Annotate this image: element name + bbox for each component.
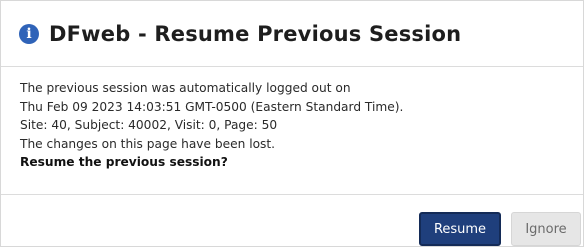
dialog-footer: Resume Ignore	[1, 194, 583, 247]
resume-prompt: Resume the previous session?	[20, 155, 228, 170]
dialog-header: i DFweb - Resume Previous Session	[1, 1, 583, 67]
dialog-message: The previous session was automatically l…	[20, 79, 575, 172]
message-line-location: Site: 40, Subject: 40002, Visit: 0, Page…	[20, 118, 278, 133]
dialog-title: DFweb - Resume Previous Session	[49, 21, 462, 46]
info-icon: i	[19, 23, 39, 44]
message-line-changes-lost: The changes on this page have been lost.	[20, 136, 276, 151]
message-line-logout: The previous session was automatically l…	[20, 81, 351, 95]
message-line-timestamp: Thu Feb 09 2023 14:03:51 GMT-0500 (Easte…	[20, 99, 404, 114]
ignore-button[interactable]: Ignore	[511, 212, 581, 246]
resume-session-dialog: i DFweb - Resume Previous Session The pr…	[0, 0, 584, 247]
resume-button[interactable]: Resume	[419, 212, 501, 246]
